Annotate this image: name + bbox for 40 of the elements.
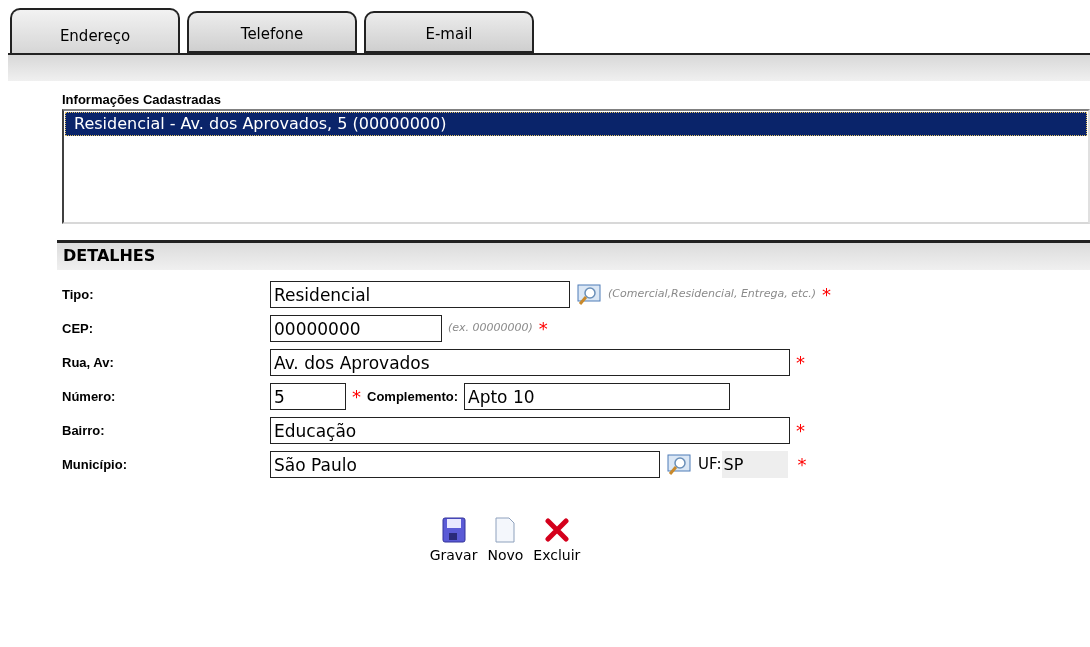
tab[interactable]: E-mail — [364, 11, 534, 53]
field-label: Complemento: — [367, 387, 458, 406]
input-field[interactable]: 00000000 — [270, 315, 442, 342]
hint-text: (Comercial,Residencial, Entrega, etc.) — [608, 286, 817, 303]
section-title: Informações Cadastradas — [62, 91, 222, 109]
field-label: Município: — [62, 455, 128, 474]
input-field[interactable]: 5 — [270, 383, 346, 410]
search-button[interactable] — [666, 451, 692, 478]
search-button[interactable] — [576, 281, 602, 308]
required-mark: * — [352, 387, 361, 406]
blank-page-icon — [494, 517, 517, 543]
field-label: Número: — [62, 387, 117, 406]
toolbar-button[interactable]: Excluir — [533, 517, 581, 564]
input-field[interactable]: Apto 10 — [464, 383, 730, 410]
toolbar-button[interactable]: Novo — [487, 517, 524, 564]
input-field[interactable]: SP — [721, 451, 788, 478]
input-field[interactable]: São Paulo — [270, 451, 660, 478]
field-label: Rua, Av: — [62, 353, 115, 372]
required-mark: * — [796, 421, 805, 440]
tab[interactable]: Telefone — [187, 11, 357, 53]
required-mark: * — [822, 285, 832, 304]
input-field[interactable]: Residencial — [270, 281, 570, 308]
required-mark: * — [797, 455, 807, 474]
list-item[interactable]: Residencial - Av. dos Aprovados, 5 (00000000) — [65, 112, 1087, 136]
magnifier-icon — [577, 283, 601, 306]
section-header: DETALHES — [57, 240, 1090, 270]
input-field[interactable]: Av. dos Aprovados — [270, 349, 790, 376]
required-mark: * — [538, 319, 548, 338]
tab[interactable]: Endereço — [10, 8, 180, 53]
field-label: UF: — [698, 454, 722, 476]
list-box[interactable]: Residencial - Av. dos Aprovados, 5 (00000000) — [62, 109, 1090, 224]
field-label: CEP: — [62, 319, 95, 338]
toolbar-button[interactable]: Gravar — [429, 517, 478, 564]
magnifier-icon — [667, 453, 691, 476]
field-label: Tipo: — [62, 285, 95, 304]
hint-text: (ex. 00000000) — [448, 320, 533, 337]
input-field[interactable]: Educação — [270, 417, 790, 444]
field-label: Bairro: — [62, 421, 106, 440]
required-mark: * — [796, 353, 805, 372]
x-mark-icon — [544, 518, 569, 542]
